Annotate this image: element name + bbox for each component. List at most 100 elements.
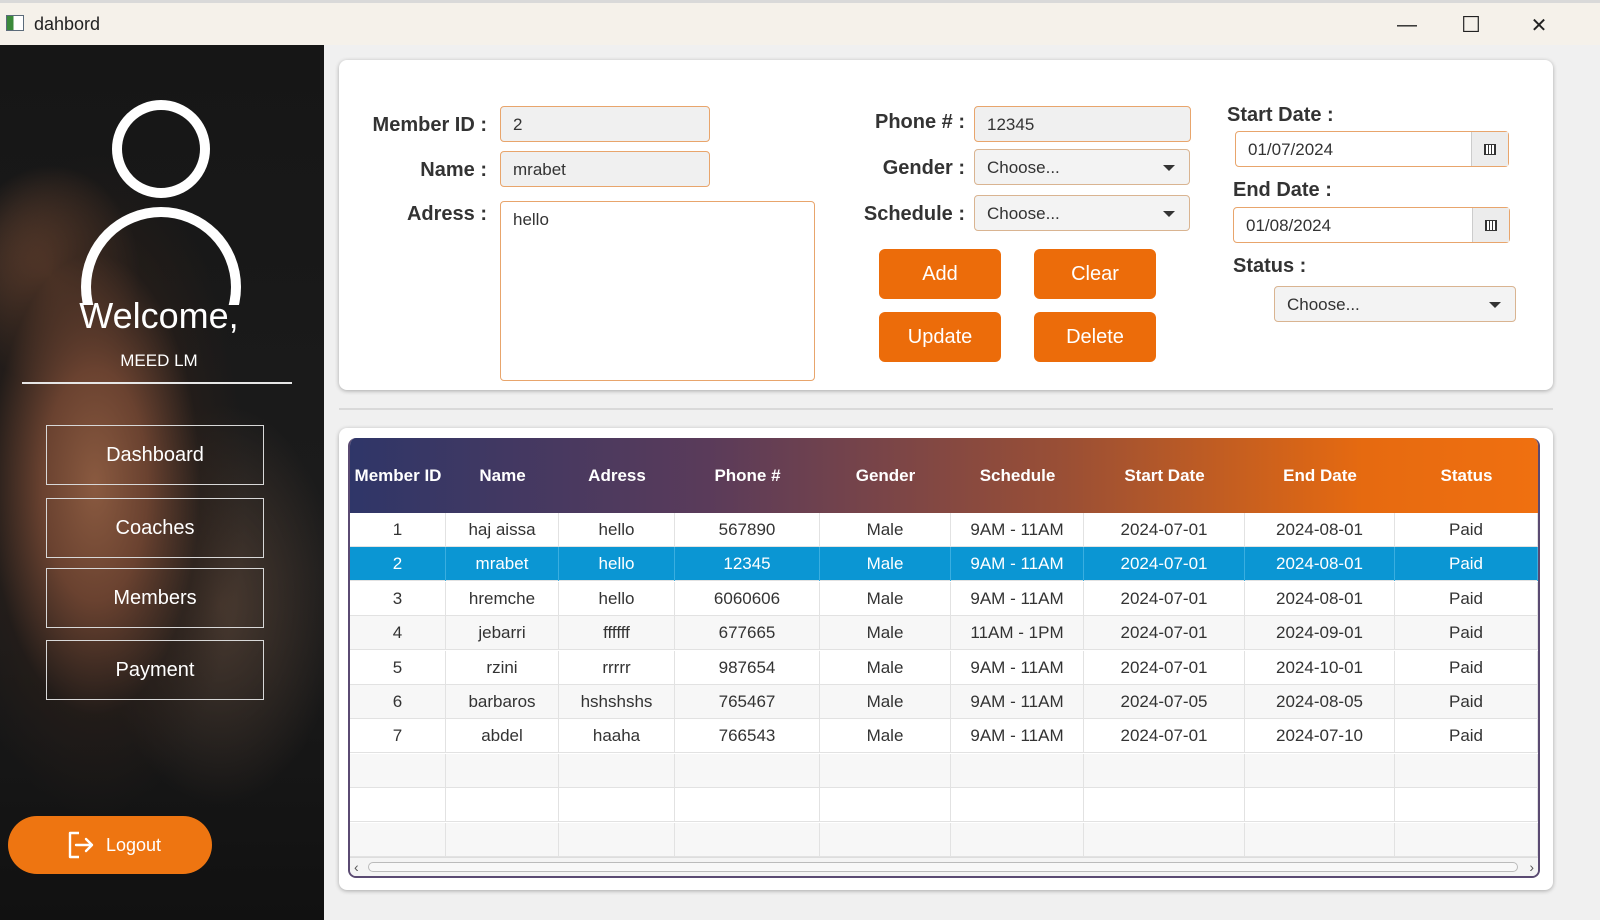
end-date-label: End Date : bbox=[1233, 179, 1332, 201]
gender-select[interactable]: Choose... bbox=[974, 149, 1190, 185]
table-cell: 677665 bbox=[675, 616, 820, 651]
status-select-value: Choose... bbox=[1287, 295, 1360, 314]
table-row-empty[interactable] bbox=[350, 822, 1538, 857]
logout-button[interactable]: Logout bbox=[8, 816, 212, 874]
phone-field[interactable]: 12345 bbox=[974, 106, 1191, 142]
logout-label: Logout bbox=[106, 834, 162, 855]
member-id-field[interactable]: 2 bbox=[500, 106, 710, 142]
logout-icon bbox=[68, 831, 94, 859]
table-cell bbox=[675, 822, 820, 857]
column-header-start-date[interactable]: Start Date bbox=[1084, 438, 1245, 513]
schedule-select[interactable]: Choose... bbox=[974, 195, 1190, 231]
table-row[interactable]: 7 abdel haaha 766543 Male 9AM - 11AM 2024-07-0… bbox=[350, 719, 1538, 754]
column-header-status[interactable]: Status bbox=[1395, 438, 1538, 513]
table-cell: 9AM - 11AM bbox=[951, 547, 1084, 582]
scroll-right-icon[interactable]: › bbox=[1529, 859, 1534, 875]
column-header-name[interactable]: Name bbox=[446, 438, 559, 513]
table-cell: 567890 bbox=[675, 513, 820, 547]
welcome-text: Welcome, bbox=[79, 295, 239, 336]
nav-members-button[interactable]: Members bbox=[46, 568, 264, 628]
scrollbar-thumb[interactable] bbox=[368, 862, 1518, 872]
horizontal-scrollbar[interactable]: ‹ › bbox=[350, 857, 1538, 876]
column-header-member-id[interactable]: Member ID bbox=[350, 438, 446, 513]
table-cell: 2024-07-01 bbox=[1084, 547, 1245, 582]
table-cell bbox=[820, 822, 951, 857]
table-cell: Paid bbox=[1395, 581, 1538, 616]
table-cell bbox=[951, 753, 1084, 788]
table-cell: 2024-07-01 bbox=[1084, 616, 1245, 651]
update-button[interactable]: Update bbox=[879, 312, 1001, 362]
end-date-picker[interactable]: 01/08/2024 bbox=[1233, 207, 1510, 243]
table-cell: 5 bbox=[350, 650, 446, 685]
column-header-end-date[interactable]: End Date bbox=[1245, 438, 1395, 513]
members-table[interactable]: Member ID Name Adress Phone # Gender Sch… bbox=[348, 438, 1540, 878]
table-cell: 987654 bbox=[675, 650, 820, 685]
table-cell: 6060606 bbox=[675, 581, 820, 616]
window-title-bar: dahbord — ☐ ✕ bbox=[0, 0, 1600, 45]
table-cell bbox=[951, 822, 1084, 857]
start-date-picker[interactable]: 01/07/2024 bbox=[1235, 131, 1509, 167]
table-row[interactable]: 4 jebarri ffffff 677665 Male 11AM - 1PM 2024-0… bbox=[350, 616, 1538, 651]
maximize-button[interactable]: ☐ bbox=[1448, 9, 1494, 41]
table-cell bbox=[446, 822, 559, 857]
table-cell: haaha bbox=[559, 719, 675, 754]
add-button[interactable]: Add bbox=[879, 249, 1001, 299]
table-cell: hello bbox=[559, 513, 675, 547]
chevron-down-icon bbox=[1163, 211, 1175, 217]
table-cell bbox=[1395, 822, 1538, 857]
table-cell: mrabet bbox=[446, 547, 559, 582]
table-cell: 766543 bbox=[675, 719, 820, 754]
table-cell: 11AM - 1PM bbox=[951, 616, 1084, 651]
table-cell: 2024-07-10 bbox=[1245, 719, 1395, 754]
table-cell bbox=[350, 822, 446, 857]
calendar-icon[interactable] bbox=[1471, 132, 1508, 166]
minimize-button[interactable]: — bbox=[1384, 9, 1430, 41]
table-cell: Paid bbox=[1395, 685, 1538, 719]
table-cell: Paid bbox=[1395, 650, 1538, 685]
table-cell: 2024-07-05 bbox=[1084, 685, 1245, 719]
table-row-empty[interactable] bbox=[350, 753, 1538, 788]
table-cell: Paid bbox=[1395, 513, 1538, 547]
adress-textarea[interactable]: hello bbox=[500, 201, 815, 381]
column-header-adress[interactable]: Adress bbox=[559, 438, 675, 513]
table-row[interactable]: 6 barbaros hshshshs 765467 Male 9AM - 11AM 202… bbox=[350, 685, 1538, 719]
column-header-phone[interactable]: Phone # bbox=[675, 438, 820, 513]
delete-button[interactable]: Delete bbox=[1034, 312, 1156, 362]
clear-button[interactable]: Clear bbox=[1034, 249, 1156, 299]
table-row[interactable]: 2 mrabet hello 12345 Male 9AM - 11AM 2024-07-0… bbox=[350, 547, 1538, 582]
name-field[interactable]: mrabet bbox=[500, 151, 710, 187]
nav-payment-button[interactable]: Payment bbox=[46, 640, 264, 700]
table-cell: 765467 bbox=[675, 685, 820, 719]
column-header-schedule[interactable]: Schedule bbox=[951, 438, 1084, 513]
scroll-left-icon[interactable]: ‹ bbox=[354, 859, 359, 875]
table-cell bbox=[1084, 788, 1245, 823]
column-header-gender[interactable]: Gender bbox=[820, 438, 951, 513]
schedule-label: Schedule : bbox=[863, 203, 965, 225]
table-row-empty[interactable] bbox=[350, 788, 1538, 823]
table-cell: Male bbox=[820, 616, 951, 651]
nav-coaches-button[interactable]: Coaches bbox=[46, 498, 264, 558]
calendar-icon[interactable] bbox=[1472, 208, 1509, 242]
status-select[interactable]: Choose... bbox=[1274, 286, 1516, 322]
name-label: Name : bbox=[420, 159, 487, 181]
section-divider bbox=[339, 408, 1553, 410]
table-cell: abdel bbox=[446, 719, 559, 754]
table-cell: hshshshs bbox=[559, 685, 675, 719]
table-row[interactable]: 1 haj aissa hello 567890 Male 9AM - 11AM 2024-… bbox=[350, 513, 1538, 547]
member-form-panel: Member ID : 2 Name : mrabet Adress : hel… bbox=[339, 60, 1553, 390]
table-cell: 9AM - 11AM bbox=[951, 685, 1084, 719]
app-icon bbox=[6, 15, 24, 31]
table-cell: 9AM - 11AM bbox=[951, 650, 1084, 685]
user-avatar-icon bbox=[78, 100, 241, 305]
table-row[interactable]: 5 rzini rrrrr 987654 Male 9AM - 11AM 2024-07-0… bbox=[350, 650, 1538, 685]
nav-dashboard-button[interactable]: Dashboard bbox=[46, 425, 264, 485]
close-button[interactable]: ✕ bbox=[1516, 9, 1562, 41]
table-row[interactable]: 3 hremche hello 6060606 Male 9AM - 11AM 2024-0… bbox=[350, 581, 1538, 616]
table-cell: rzini bbox=[446, 650, 559, 685]
table-cell bbox=[350, 788, 446, 823]
table-cell bbox=[1084, 822, 1245, 857]
member-id-label: Member ID : bbox=[372, 114, 487, 136]
table-cell: Paid bbox=[1395, 719, 1538, 754]
window-title: dahbord bbox=[34, 14, 101, 34]
sidebar-divider bbox=[22, 382, 292, 384]
